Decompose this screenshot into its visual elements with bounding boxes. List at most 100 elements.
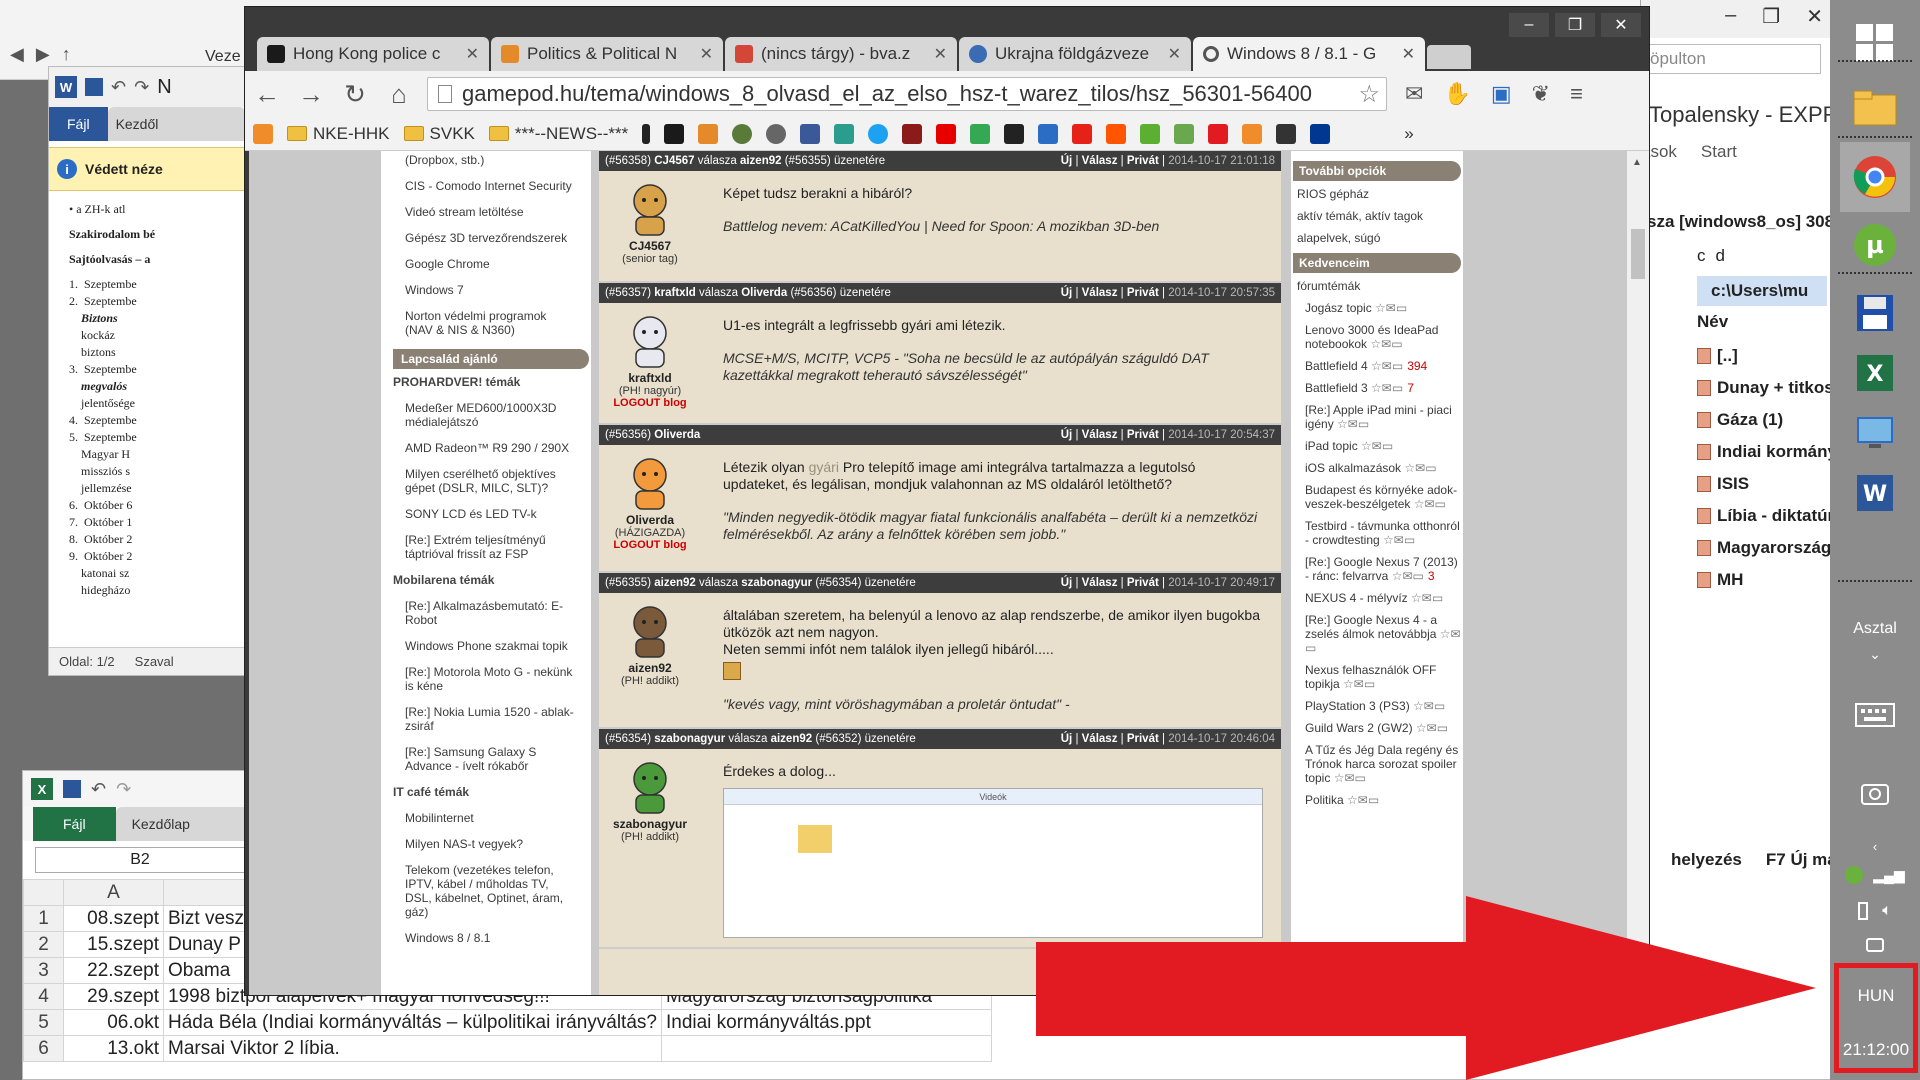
tray-expand-icon[interactable]: ‹ <box>1840 836 1910 856</box>
favorite-topic[interactable]: iOS alkalmazások ☆✉▭ <box>1305 461 1461 475</box>
post-id[interactable]: (#56354) <box>605 733 651 745</box>
column-header-a[interactable]: A <box>63 879 164 906</box>
reply-to-id[interactable]: (#56354) <box>815 577 861 589</box>
mail-icon[interactable]: ✉ <box>1405 81 1423 107</box>
minimize-icon[interactable]: – <box>1725 4 1736 29</box>
maximize-icon[interactable]: ❐ <box>1762 4 1780 29</box>
list-item[interactable]: Indiai kormányvált <box>1697 436 1830 468</box>
up-icon[interactable]: ↑ <box>62 44 71 65</box>
close-icon[interactable]: ✕ <box>1806 4 1823 29</box>
cell-b[interactable]: Marsai Viktor 2 líbia. <box>163 1035 662 1062</box>
private-link[interactable]: Privát <box>1127 287 1159 299</box>
chevron-down-icon[interactable]: ⌄ <box>1830 646 1920 663</box>
forward-icon[interactable]: ▶ <box>36 44 50 65</box>
option-link[interactable]: alapelvek, súgó <box>1297 231 1461 245</box>
sidebar-topic-link[interactable]: [Re:] Samsung Galaxy S Advance - ívelt r… <box>405 745 575 773</box>
scroll-up-icon[interactable]: ▲ <box>1632 157 1642 168</box>
sidebar-topic-link[interactable]: Windows 8 / 8.1 <box>405 931 575 945</box>
option-link[interactable]: RIOS gépház <box>1297 187 1461 201</box>
fkey-new-folder[interactable]: F7 Új mappa <box>1766 850 1830 870</box>
loop-bookmark-icon[interactable] <box>766 123 787 144</box>
taskbar-utorrent[interactable]: µ <box>1840 210 1910 280</box>
sz-bookmark-icon[interactable] <box>253 123 273 144</box>
browser-window[interactable]: – ❐ ✕ Hong Kong police c ✕ Politics & Po… <box>244 6 1650 996</box>
menu-item-start[interactable]: Start <box>1701 142 1737 162</box>
taskbar-word[interactable]: W <box>1840 458 1910 528</box>
sidebar-topic-link[interactable]: [Re:] Extrém teljesítményű táptrióval fr… <box>405 533 575 561</box>
reply-to-author[interactable]: Oliverda <box>741 287 787 299</box>
favorite-topic-title[interactable]: Battlefield 4 <box>1305 359 1368 373</box>
reply-to-author[interactable]: aizen92 <box>740 155 782 167</box>
favorite-topic[interactable]: Testbird - távmunka otthonról - crowdtes… <box>1305 519 1461 547</box>
playstation-bookmark-icon[interactable] <box>1310 123 1331 144</box>
taskbar-chrome[interactable] <box>1840 142 1910 212</box>
reply-link[interactable]: Válasz <box>1082 155 1118 167</box>
row-header[interactable]: 1 <box>23 905 64 932</box>
santander-bookmark-icon[interactable] <box>936 123 957 144</box>
m-bookmark-icon[interactable] <box>902 123 923 144</box>
favorite-topic-title[interactable]: [Re:] Google Nexus 4 - a zselés álmok ne… <box>1305 613 1437 641</box>
post-id[interactable]: (#56355) <box>605 577 651 589</box>
topic-status-icons[interactable]: ☆✉▭ <box>1358 439 1393 453</box>
reply-to-author[interactable]: aizen92 <box>771 733 813 745</box>
reply-link[interactable]: Válasz <box>1082 429 1118 441</box>
reload-button[interactable]: ↻ <box>333 79 377 110</box>
tray-camera-icon[interactable] <box>1840 930 1910 960</box>
new-post-link[interactable]: Új <box>1061 155 1073 167</box>
dark-bookmark-icon[interactable] <box>1004 123 1025 144</box>
circle-bookmark-icon[interactable] <box>732 123 753 144</box>
topic-status-icons[interactable]: ☆✉▭ <box>1368 359 1403 373</box>
favorite-topic[interactable]: PlayStation 3 (PS3) ☆✉▭ <box>1305 699 1461 713</box>
reply-to-id[interactable]: (#56355) <box>785 155 831 167</box>
address-bar[interactable]: gamepod.hu/tema/windows_8_olvasd_el_az_e… <box>427 77 1387 111</box>
page-scrollbar[interactable]: ▲ <box>1627 151 1649 995</box>
favorite-topic-title[interactable]: Guild Wars 2 (GW2) <box>1305 721 1413 735</box>
cell-a[interactable]: 15.szept <box>63 931 164 958</box>
excel-name-box[interactable]: B2 <box>35 847 245 873</box>
close-tab-icon[interactable]: ✕ <box>1402 44 1415 64</box>
explorer-breadcrumb[interactable]: Veze <box>205 48 241 66</box>
taskbar-keyboard[interactable] <box>1840 690 1910 740</box>
play-bookmark-icon[interactable] <box>970 123 991 144</box>
post-author[interactable]: CJ4567 <box>654 155 694 167</box>
cell-c[interactable]: Indiai kormányváltás.ppt <box>660 1009 992 1036</box>
save-icon[interactable] <box>63 780 81 798</box>
reply-link[interactable]: Válasz <box>1082 577 1118 589</box>
logout-blog-link[interactable]: LOGOUT blog <box>605 539 695 551</box>
favorite-topic[interactable]: A Tűz és Jég Dala regény és Trónok harca… <box>1305 743 1461 785</box>
file-manager-window[interactable]: – ❐ ✕ öpulton Topalensky - EXPRESSVI áso… <box>1640 0 1830 930</box>
sidebar-topic-link[interactable]: Google Chrome <box>405 257 575 271</box>
post-id[interactable]: (#56357) <box>605 287 651 299</box>
new-post-link[interactable]: Új <box>1061 577 1073 589</box>
cell-a[interactable]: 06.okt <box>63 1009 164 1036</box>
unread-count[interactable]: 3 <box>1428 569 1435 583</box>
tab-gmail[interactable]: (nincs tárgy) - bva.z ✕ <box>725 37 957 71</box>
tab-ukrajna[interactable]: Ukrajna földgázveze ✕ <box>959 37 1191 71</box>
dots-bookmark-icon[interactable] <box>698 123 719 144</box>
home-button[interactable]: ⌂ <box>377 79 421 110</box>
word-window[interactable]: W ↶ ↷ N Fájl Kezdől i Védett néze • a ZH… <box>48 66 248 676</box>
bookmark-star-icon[interactable]: ☆ <box>1358 80 1380 109</box>
cell-a[interactable]: 22.szept <box>63 957 164 984</box>
list-item[interactable]: Gáza (1) <box>1697 404 1830 436</box>
favorite-topic-title[interactable]: Battlefield 3 <box>1305 381 1368 395</box>
favorite-topic-title[interactable]: iOS alkalmazások <box>1305 461 1401 475</box>
row-header[interactable]: 5 <box>23 1009 64 1036</box>
list-item[interactable]: Magyarország biztonsá <box>1697 532 1830 564</box>
redo-icon[interactable]: ↷ <box>116 779 131 800</box>
desktop-label[interactable]: Asztal <box>1830 620 1920 638</box>
subheader-mobilarena[interactable]: Mobilarena témák <box>393 573 591 587</box>
favorite-topic[interactable]: Battlefield 3 ☆✉▭ 7 <box>1305 381 1461 395</box>
plane-bookmark-icon[interactable] <box>1174 123 1195 144</box>
battery-icon[interactable] <box>1858 902 1869 920</box>
avatar[interactable] <box>624 455 676 511</box>
favorite-topic[interactable]: Guild Wars 2 (GW2) ☆✉▭ <box>1305 721 1461 735</box>
favorite-topic[interactable]: Nexus felhasználók OFF topikja ☆✉▭ <box>1305 663 1461 691</box>
undo-icon[interactable]: ↶ <box>111 77 126 98</box>
new-post-link[interactable]: Új <box>1061 287 1073 299</box>
sidebar-topic-link[interactable]: Windows Phone szakmai topik <box>405 639 575 653</box>
row-header[interactable]: 3 <box>23 957 64 984</box>
soundcloud-bookmark-icon[interactable] <box>1106 123 1127 144</box>
sidebar-topic-link[interactable]: Windows 7 <box>405 283 575 297</box>
private-link[interactable]: Privát <box>1127 577 1159 589</box>
